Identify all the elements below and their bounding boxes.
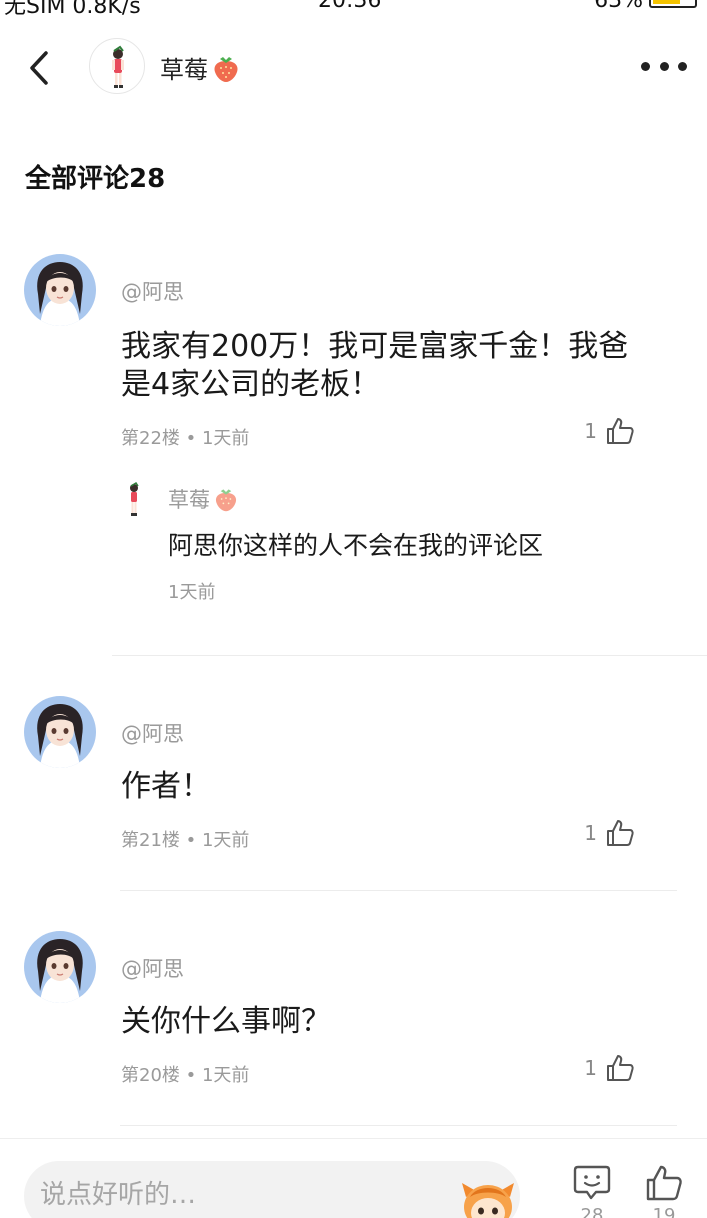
comment-username[interactable]: @阿思 [121,718,184,748]
comments-count-title: 全部评论28 [25,164,166,194]
avatar[interactable] [24,254,96,326]
like-count: 1 [584,419,597,443]
thumbs-up-icon [607,418,634,444]
like-count: 1 [584,1056,597,1080]
comment-username[interactable]: @阿思 [121,953,184,983]
comment-meta: 第21楼 • 1天前 [121,830,250,851]
comment-text: 关你什么事啊？ [121,1004,331,1039]
avatar[interactable] [24,696,96,768]
comment-username[interactable]: @阿思 [121,276,184,306]
thumbs-up-icon[interactable] [644,1163,684,1203]
like-button[interactable]: 1 [584,818,635,848]
top-bar: 草莓 [0,30,707,102]
comment-item: @阿思 我家有200万！我可是富家千金！我爸是4家公司的老板！ 第22楼 • 1… [0,254,707,654]
strawberry-emoji-icon [214,56,238,82]
floor-number: 第21楼 [121,830,180,851]
floor-number: 第22楼 [121,428,180,449]
reply-time: 1天前 [168,582,216,603]
divider [120,890,677,891]
like-count: 1 [584,821,597,845]
comment-text: 作者！ [121,769,211,804]
like-button[interactable]: 1 [584,1053,635,1083]
comment-time: 1天前 [201,830,250,851]
status-bar: 无SIM 0.8K/s 20:36 63% [0,0,707,19]
comment-meta: 第22楼 • 1天前 [121,428,250,449]
network-status: 无SIM 0.8K/s [4,0,141,19]
reply-username[interactable]: 草莓 [168,484,240,514]
comment-meta: 第20楼 • 1天前 [121,1065,250,1086]
like-button[interactable]: 1 [584,416,635,446]
reply-username-text: 草莓 [168,488,210,512]
comment-item: @阿思 关你什么事啊？ 第20楼 • 1天前 1 [0,931,707,1131]
divider [112,655,707,656]
author-avatar[interactable] [89,38,145,94]
comment-item: @阿思 作者！ 第21楼 • 1天前 1 [0,696,707,896]
divider [120,1125,677,1126]
comment-time: 1天前 [201,428,250,449]
comment-input[interactable] [40,1175,440,1215]
comment-text: 我家有200万！我可是富家千金！我爸是4家公司的老板！ [121,329,629,402]
strawberry-emoji-icon [215,489,237,512]
mascot-icon[interactable] [458,1175,518,1218]
author-name[interactable]: 草莓 [160,50,242,85]
thumbs-up-icon [607,820,634,846]
battery-icon [649,0,697,8]
like-total-count: 19 [652,1205,676,1218]
bottom-bar: 28 19 [0,1138,707,1218]
figure-icon [112,45,124,88]
more-dots-icon [641,61,650,71]
reply-item: 草莓 阿思你这样的人不会在我的评论区 1天前 [120,481,680,612]
comment-count: 28 [580,1205,604,1218]
back-button[interactable] [20,48,56,88]
comment-bubble-icon[interactable] [572,1163,612,1203]
avatar[interactable] [24,931,96,1003]
more-button[interactable] [641,56,687,76]
reply-avatar[interactable] [120,481,148,518]
comment-time: 1天前 [201,1065,250,1086]
battery-percent: 63% [594,0,643,13]
floor-number: 第20楼 [121,1065,180,1086]
status-right: 63% [594,0,697,13]
comment-input-box[interactable] [24,1161,520,1218]
reply-text: 阿思你这样的人不会在我的评论区 [168,531,544,560]
thumbs-up-icon [607,1055,634,1081]
clock: 20:36 [318,0,382,13]
author-name-text: 草莓 [160,56,208,84]
chevron-left-icon [30,51,48,85]
